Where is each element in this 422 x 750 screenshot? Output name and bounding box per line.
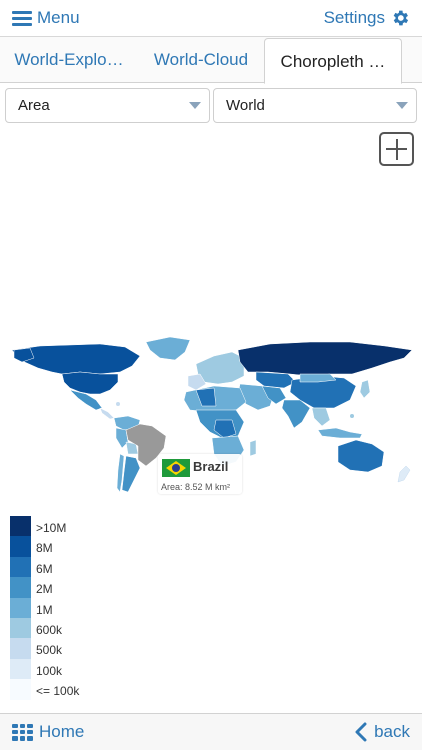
legend-swatch — [10, 679, 31, 700]
map-region-central-america[interactable] — [99, 407, 115, 420]
chevron-down-icon — [189, 102, 201, 109]
chevron-left-icon — [355, 722, 367, 742]
tab-bar: World-Explo… World-Cloud Choropleth … — [0, 37, 422, 84]
map-region-indonesia[interactable] — [317, 427, 363, 439]
map-region-russia[interactable] — [237, 341, 413, 377]
hamburger-icon — [12, 10, 32, 26]
menu-label: Menu — [37, 8, 80, 27]
map-region-kazakhstan[interactable] — [255, 371, 297, 389]
chevron-down-icon — [396, 102, 408, 109]
map-region-madagascar[interactable] — [249, 439, 257, 457]
legend-label: 2M — [36, 582, 53, 597]
legend-swatch — [10, 577, 31, 598]
zoom-in-button[interactable] — [379, 132, 414, 166]
map-region-mongolia[interactable] — [299, 373, 337, 383]
legend-swatch — [10, 516, 31, 537]
legend-label: >10M — [36, 521, 67, 535]
legend-label: 600k — [36, 622, 63, 637]
legend-label: 1M — [36, 602, 53, 617]
region-select-value: World — [226, 97, 265, 114]
country-tooltip: Brazil Area: 8.52 M km² — [158, 454, 242, 494]
metric-select-value: Area — [18, 97, 50, 114]
map-region-greenland[interactable] — [145, 336, 191, 361]
map-region-philippines[interactable] — [350, 414, 354, 418]
map-region-india[interactable] — [281, 399, 311, 429]
map-region-japan[interactable] — [359, 379, 371, 399]
legend-label: 100k — [36, 663, 63, 678]
region-select[interactable]: World — [213, 88, 417, 123]
tab-world-explorer[interactable]: World-Explo… — [8, 37, 130, 83]
legend-swatch — [10, 556, 31, 578]
map-region-new-zealand[interactable] — [397, 465, 411, 483]
back-label: back — [374, 722, 410, 741]
gear-icon — [393, 10, 409, 26]
settings-label: Settings — [323, 8, 385, 27]
app-screen: Menu Settings World-Explo… World-Cloud C… — [0, 0, 422, 750]
back-button[interactable]: back — [354, 722, 410, 742]
settings-button[interactable]: Settings — [324, 8, 410, 28]
legend-swatch — [10, 638, 31, 659]
home-button[interactable]: Home — [12, 722, 84, 742]
top-bar: Menu Settings — [0, 0, 422, 37]
legend-label: 500k — [36, 643, 63, 658]
metric-select[interactable]: Area — [5, 88, 210, 123]
map-region-southeast-asia[interactable] — [311, 407, 331, 427]
menu-button[interactable]: Menu — [12, 8, 80, 28]
map-region-australia[interactable] — [337, 439, 385, 473]
legend-swatch — [10, 536, 31, 557]
map-region-argentina[interactable] — [121, 455, 141, 493]
legend-swatch — [10, 658, 31, 680]
legend-swatch — [10, 617, 31, 639]
grid-icon — [12, 723, 33, 741]
bottom-bar: Home back — [0, 713, 422, 750]
legend-label: 6M — [36, 561, 53, 576]
legend-swatch — [10, 597, 31, 618]
brazil-flag-icon — [162, 459, 190, 477]
tooltip-area-value: Area: 8.52 M km² — [161, 482, 231, 492]
tab-world-cloud[interactable]: World-Cloud — [146, 37, 256, 83]
home-label: Home — [39, 722, 85, 741]
tooltip-country-name: Brazil — [193, 459, 229, 474]
legend-label: 8M — [36, 541, 53, 556]
tab-choropleth[interactable]: Choropleth … — [264, 38, 402, 84]
map-region-caribbean[interactable] — [116, 402, 120, 406]
legend-label: <= 100k — [36, 684, 80, 699]
